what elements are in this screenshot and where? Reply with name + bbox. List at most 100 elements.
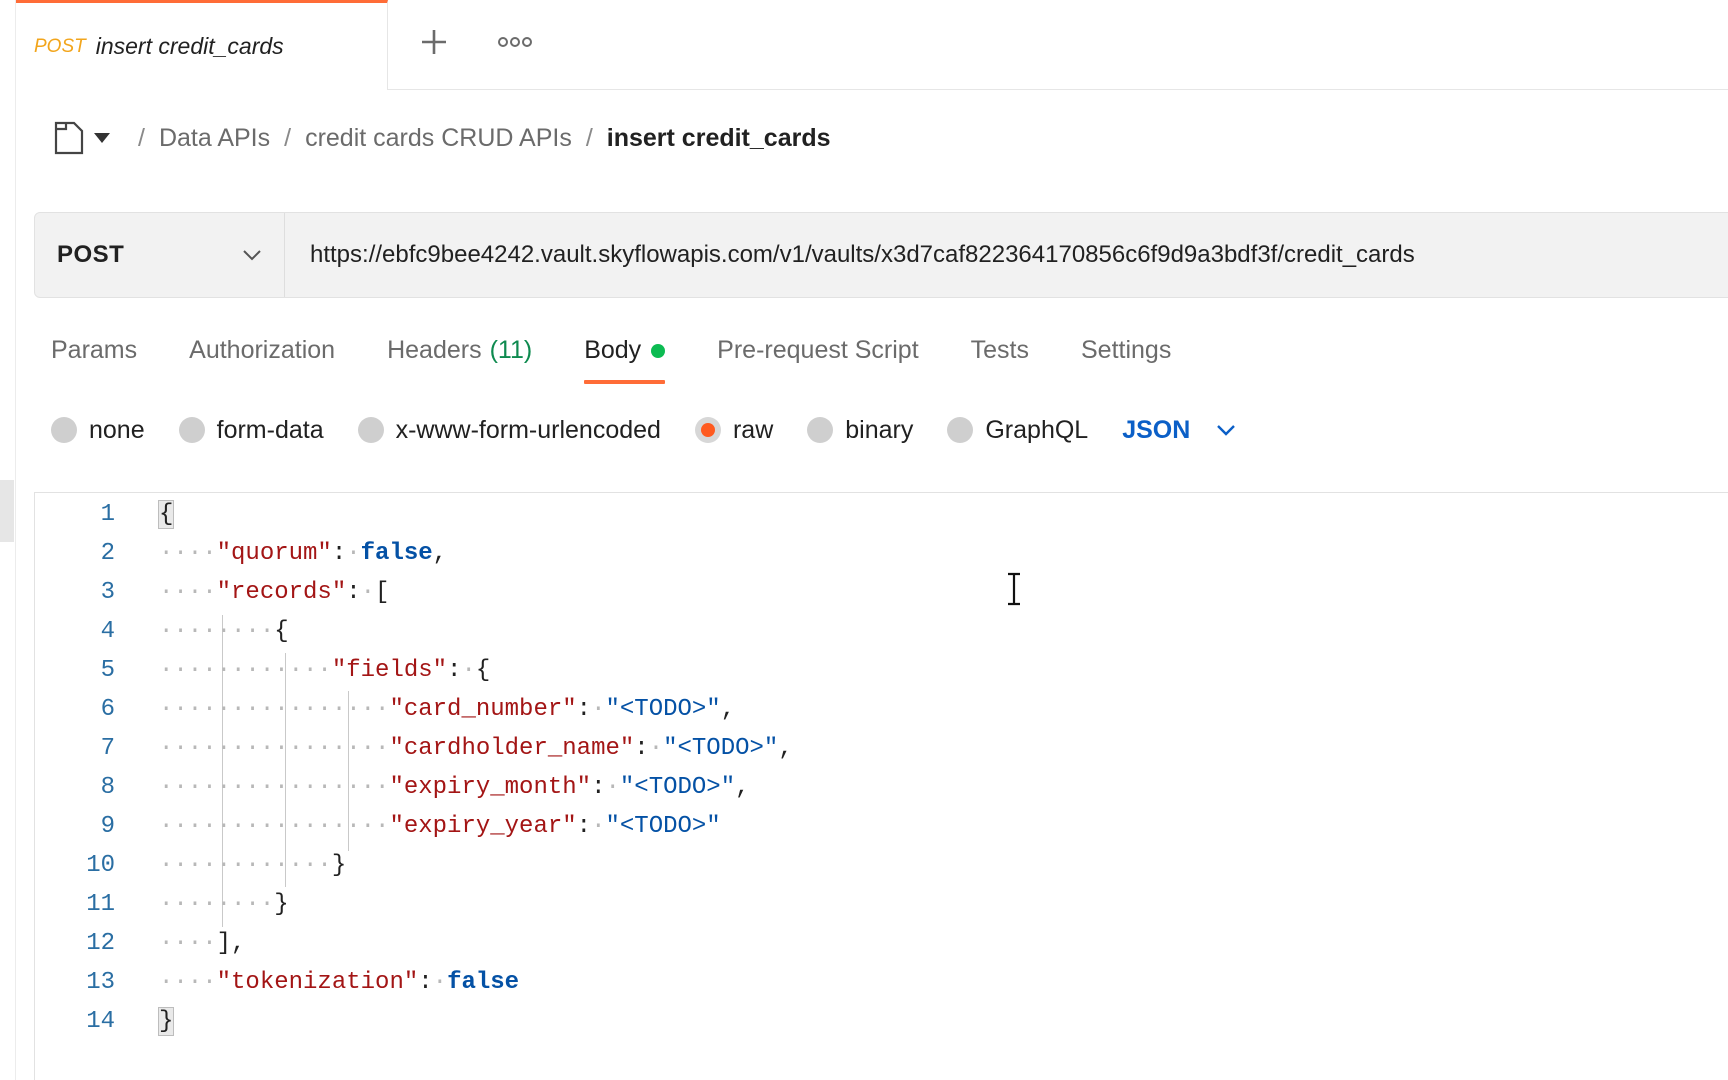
tab-options-button[interactable] xyxy=(490,22,540,62)
json-key: "records" xyxy=(216,579,347,606)
new-tab-button[interactable] xyxy=(414,22,454,62)
tab-settings[interactable]: Settings xyxy=(1081,330,1171,386)
radio-circle-checked xyxy=(694,417,721,443)
radio-circle xyxy=(807,417,834,443)
breadcrumb-separator: / xyxy=(138,123,145,152)
code-text: ····"quorum":·false, xyxy=(159,540,448,567)
tab-body[interactable]: Body xyxy=(584,330,666,386)
line-number: 10 xyxy=(86,852,115,879)
line-number: 11 xyxy=(86,891,115,918)
json-key: "quorum" xyxy=(216,540,332,567)
tab-method: POST xyxy=(34,35,86,57)
code-text: ················"card_number":·"<TODO>", xyxy=(159,696,736,723)
line-number: 12 xyxy=(86,930,115,957)
code-text: ····"records":·[ xyxy=(159,579,390,606)
code-line: 12 ····], xyxy=(35,924,1728,963)
radio-urlencoded-label: x-www-form-urlencoded xyxy=(395,415,661,444)
radio-binary[interactable]: binary xyxy=(807,416,913,445)
code-text: ················"expiry_month":·"<TODO>"… xyxy=(159,774,750,801)
request-tabs: Params Authorization Headers (11) Body Pr… xyxy=(51,330,1223,390)
breadcrumb-data-apis[interactable]: Data APIs xyxy=(159,124,270,153)
code-text: ················"cardholder_name":·"<TOD… xyxy=(159,735,793,762)
chevron-down-icon[interactable] xyxy=(94,133,110,143)
line-number: 6 xyxy=(100,696,115,723)
line-number: 13 xyxy=(86,969,115,996)
url-bar: POST xyxy=(34,212,1728,298)
radio-none-label: none xyxy=(89,415,145,444)
line-number: 5 xyxy=(100,657,115,684)
method-select[interactable]: POST xyxy=(35,213,285,297)
tab-params[interactable]: Params xyxy=(51,330,137,386)
code-line: 11 ········} xyxy=(35,885,1728,924)
tab-bar: POST insert credit_cards xyxy=(16,0,1728,90)
radio-circle xyxy=(178,417,205,443)
code-line: 8 ················"expiry_month":·"<TODO… xyxy=(35,768,1728,807)
more-options-icon xyxy=(498,37,532,47)
radio-raw-label: raw xyxy=(732,415,774,444)
line-number: 2 xyxy=(100,540,115,567)
line-number: 4 xyxy=(100,618,115,645)
chevron-down-icon xyxy=(1217,425,1236,436)
code-editor[interactable]: 1 { 2 ····"quorum":·false, 3 ····"record… xyxy=(34,492,1728,1080)
radio-circle xyxy=(947,417,974,443)
tab-tests[interactable]: Tests xyxy=(971,330,1029,386)
code-text: ····], xyxy=(159,930,246,957)
line-number: 9 xyxy=(100,813,115,840)
method-label: POST xyxy=(57,241,125,268)
json-key: "expiry_month" xyxy=(389,774,592,801)
breadcrumb: / Data APIs / credit cards CRUD APIs / i… xyxy=(54,112,831,164)
language-label: JSON xyxy=(1122,415,1191,444)
tab-tests-label: Tests xyxy=(970,336,1029,364)
radio-raw[interactable]: raw xyxy=(694,415,774,445)
breadcrumb-collection[interactable]: credit cards CRUD APIs xyxy=(305,124,572,153)
code-text: ············} xyxy=(159,852,347,879)
radio-urlencoded[interactable]: x-www-form-urlencoded xyxy=(357,415,661,445)
tab-params-label: Params xyxy=(51,336,138,364)
tab-body-label: Body xyxy=(584,336,642,364)
breadcrumb-separator: / xyxy=(284,123,292,152)
radio-none[interactable]: none xyxy=(51,416,145,445)
radio-form-data-label: form-data xyxy=(216,415,324,444)
line-number: 1 xyxy=(100,501,115,528)
code-text: { xyxy=(157,500,175,529)
request-doc-icon[interactable] xyxy=(54,121,84,155)
tab-settings-label: Settings xyxy=(1081,336,1172,364)
code-text: ········{ xyxy=(159,618,289,645)
breadcrumb-current[interactable]: insert credit_cards xyxy=(607,124,831,153)
code-text: } xyxy=(157,1007,175,1036)
code-line: 14 } xyxy=(35,1002,1728,1041)
tab-prerequest-script[interactable]: Pre-request Script xyxy=(717,330,918,386)
tab-prerequest-label: Pre-request Script xyxy=(717,336,919,364)
radio-binary-label: binary xyxy=(845,415,914,444)
json-key: "cardholder_name" xyxy=(389,735,635,762)
json-key: "card_number" xyxy=(389,696,577,723)
line-number: 14 xyxy=(86,1008,115,1035)
json-value: "<TODO>" xyxy=(605,696,721,723)
code-line: 4 ········{ xyxy=(35,612,1728,651)
radio-graphql-label: GraphQL xyxy=(985,415,1089,444)
radio-form-data[interactable]: form-data xyxy=(178,415,324,445)
code-text: ············"fields":·{ xyxy=(159,657,491,684)
code-line: 3 ····"records":·[ xyxy=(35,573,1728,612)
code-text: ················"expiry_year":·"<TODO>" xyxy=(159,813,721,840)
body-status-dot xyxy=(651,344,666,358)
request-tab[interactable]: POST insert credit_cards xyxy=(16,0,388,90)
json-key: "expiry_year" xyxy=(389,813,577,840)
body-type-selector: none form-data x-www-form-urlencoded raw… xyxy=(51,410,1236,450)
plus-icon xyxy=(422,30,446,54)
text-cursor-icon xyxy=(1008,572,1020,606)
left-edge-strip xyxy=(0,0,16,1080)
json-value: false xyxy=(360,540,433,567)
language-select[interactable]: JSON xyxy=(1122,416,1236,445)
json-value: "<TODO>" xyxy=(663,735,779,762)
tab-headers-label: Headers xyxy=(387,336,482,364)
code-line: 7 ················"cardholder_name":·"<T… xyxy=(35,729,1728,768)
code-line: 2 ····"quorum":·false, xyxy=(35,534,1728,573)
tab-headers[interactable]: Headers (11) xyxy=(387,330,532,386)
code-line: 1 { xyxy=(35,495,1728,534)
radio-graphql[interactable]: GraphQL xyxy=(947,416,1088,445)
line-number: 8 xyxy=(100,774,115,801)
url-input[interactable] xyxy=(285,213,1728,297)
left-edge-marker xyxy=(0,480,14,542)
tab-authorization[interactable]: Authorization xyxy=(189,330,335,386)
